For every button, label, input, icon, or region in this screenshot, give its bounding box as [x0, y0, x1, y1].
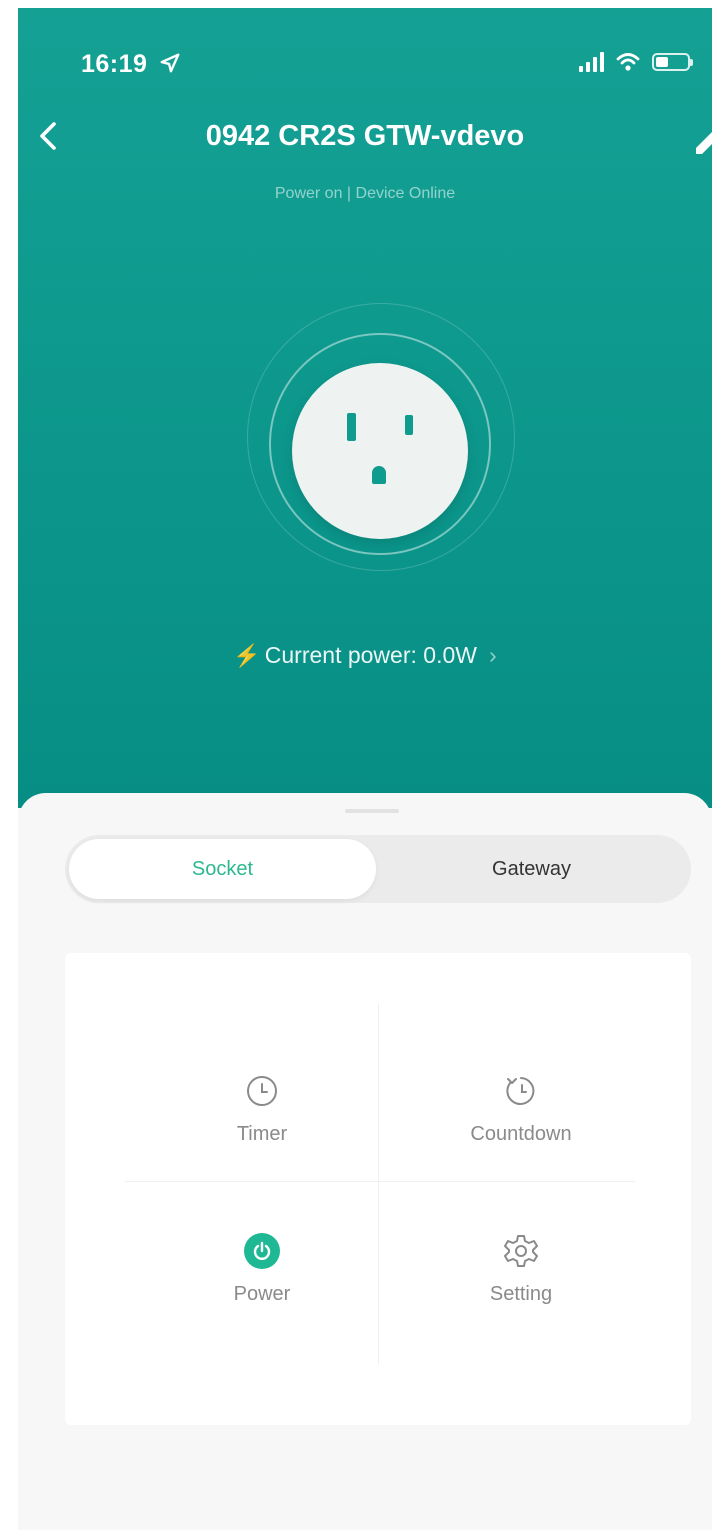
- function-grid: Timer Countdown Power Setting: [65, 953, 691, 1425]
- control-sheet: Socket Gateway Timer Countdown Power Set…: [18, 793, 712, 1530]
- grid-divider-horizontal: [125, 1181, 635, 1182]
- chevron-right-icon: ›: [488, 642, 497, 668]
- power-icon: [244, 1233, 280, 1269]
- device-status: Power on | Device Online: [274, 185, 456, 202]
- signal-icon: [579, 52, 604, 72]
- status-time: 16:19: [81, 50, 181, 79]
- socket-slot-right: [405, 415, 413, 435]
- edit-icon: [696, 132, 712, 154]
- status-time-text: 16:19: [81, 50, 148, 78]
- countdown-label: Countdown: [470, 1123, 572, 1145]
- phone-screen: 16:19 0942 CR2S GTW-vdevo Power on | Dev…: [18, 8, 712, 1530]
- tab-gateway-label: Gateway: [492, 857, 571, 880]
- device-header: 16:19 0942 CR2S GTW-vdevo Power on | Dev…: [18, 8, 712, 808]
- grid-divider-vertical: [378, 1003, 379, 1365]
- timer-button[interactable]: Timer: [162, 1071, 362, 1146]
- socket-toggle[interactable]: [292, 363, 468, 539]
- battery-icon: [652, 53, 693, 71]
- setting-label: Setting: [489, 1283, 553, 1305]
- edit-button[interactable]: [690, 120, 712, 160]
- timer-label: Timer: [236, 1123, 288, 1145]
- clock-icon: [247, 1076, 277, 1106]
- countdown-icon: [506, 1077, 535, 1105]
- tab-socket-label: Socket: [191, 857, 254, 880]
- socket-ground: [372, 466, 386, 484]
- setting-button[interactable]: Setting: [421, 1231, 621, 1306]
- location-arrow-icon: [160, 53, 180, 73]
- tab-gateway[interactable]: Gateway: [376, 839, 687, 899]
- wifi-icon: [616, 53, 640, 71]
- power-label: Power: [233, 1283, 291, 1305]
- socket-slot-left: [347, 413, 356, 441]
- device-title: 0942 CR2S GTW-vdevo: [205, 120, 525, 152]
- status-icons: [579, 52, 693, 72]
- current-power-link[interactable]: ⚡ Current power: 0.0W ›: [18, 642, 712, 669]
- current-power-text: Current power: 0.0W: [264, 642, 477, 668]
- segment-control: Socket Gateway: [65, 835, 691, 903]
- sheet-handle[interactable]: [345, 809, 399, 813]
- tab-socket[interactable]: Socket: [69, 839, 376, 899]
- gear-icon: [504, 1235, 538, 1267]
- power-button[interactable]: Power: [162, 1231, 362, 1306]
- countdown-button[interactable]: Countdown: [421, 1071, 621, 1146]
- lightning-icon: ⚡: [233, 643, 261, 668]
